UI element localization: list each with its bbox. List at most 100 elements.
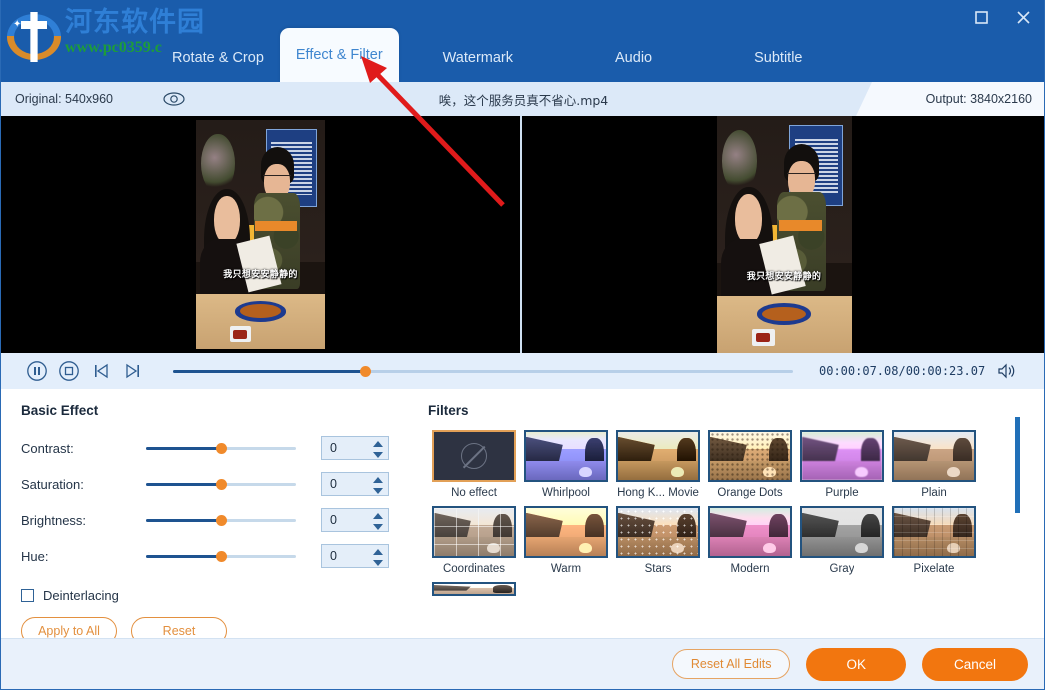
title-bar: ✦ 河东软件园 www.pc0359.c Rotate & Crop Effec… [1,0,1044,82]
time-display: 00:00:07.08/00:00:23.07 [819,364,986,378]
filter-tile[interactable]: Hong K... Movie [612,430,704,499]
filter-tile[interactable]: Gray [796,506,888,575]
filter-tile[interactable]: Orange Dots [704,430,796,499]
filters-scrollbar[interactable] [1015,417,1020,602]
info-bar: Original: 540x960 唉，这个服务员真不省心.mp4 Output… [1,82,1044,116]
filter-tile[interactable]: Modern [704,506,796,575]
filter-label: No effect [451,487,497,499]
filter-thumbnail [432,582,516,596]
output-video-frame: 我只想安安静静的 [716,116,852,353]
tab-bar: Rotate & Crop Effect & Filter Watermark … [156,28,818,82]
effect-filter-dialog: ✦ 河东软件园 www.pc0359.c Rotate & Crop Effec… [0,0,1045,690]
filter-thumbnail [616,506,700,558]
tab-label: Audio [615,50,653,66]
window-controls [966,4,1038,30]
output-resolution-label: Output: 3840x2160 [856,82,1044,116]
filter-label: Stars [644,563,672,575]
seek-thumb[interactable] [360,366,372,377]
contrast-stepper[interactable]: 0 [321,436,389,460]
hue-value: 0 [330,549,337,563]
filter-thumbnail [432,506,516,558]
brightness-label: Brightness: [21,512,87,528]
filters-title: Filters [428,403,469,418]
filter-thumbnail [892,506,976,558]
close-icon[interactable] [1008,4,1038,30]
filter-label: Gray [829,563,855,575]
logo-icon: ✦ [5,8,63,66]
filter-tile[interactable]: Coordinates [428,506,520,575]
filter-tile[interactable]: Whirlpool [520,430,612,499]
video-subtitle-text: 我只想安安静静的 [223,270,298,281]
seek-bar[interactable] [173,363,793,379]
ok-button[interactable]: OK [806,647,906,681]
next-frame-button[interactable] [121,359,145,383]
eye-icon[interactable] [163,92,185,106]
hue-stepper[interactable]: 0 [321,544,389,568]
stepper-up-icon[interactable] [373,476,383,483]
tab-subtitle[interactable]: Subtitle [738,34,818,82]
tab-rotate-crop[interactable]: Rotate & Crop [156,34,280,82]
brightness-row: Brightness: 0 [21,502,421,538]
tab-watermark[interactable]: Watermark [427,34,529,82]
filter-tile[interactable]: Warm [520,506,612,575]
contrast-slider[interactable] [146,441,296,455]
stepper-up-icon[interactable] [373,548,383,555]
tab-effect-filter[interactable]: Effect & Filter [279,28,399,82]
filter-tile[interactable]: Stars [612,506,704,575]
filter-label: Pixelate [913,563,955,575]
filter-thumbnail [800,430,884,482]
filter-thumbnail [892,430,976,482]
filter-thumbnail [432,430,516,482]
hue-label: Hue: [21,548,49,564]
filter-tile[interactable]: No effect [428,430,520,499]
filters-grid: No effect Whirlpool Hong K... Movie Orange … [428,430,988,603]
saturation-stepper[interactable]: 0 [321,472,389,496]
editor-panels: Basic Effect Contrast: 0 Saturation: 0 B… [1,389,1044,645]
stepper-up-icon[interactable] [373,512,383,519]
filter-label: Modern [730,563,770,575]
source-video-frame: 我只想安安静静的 [196,120,325,349]
stepper-down-icon[interactable] [373,559,383,566]
tab-label: Subtitle [754,50,803,66]
deinterlacing-checkbox[interactable] [21,589,34,602]
brightness-value: 0 [330,513,337,527]
tab-audio[interactable]: Audio [599,34,668,82]
filter-tile[interactable]: Plain [888,430,980,499]
filters-scrollbar-thumb[interactable] [1015,417,1020,513]
filter-label: Purple [825,487,859,499]
stop-button[interactable] [57,359,81,383]
source-preview-pane[interactable]: 我只想安安静静的 [1,116,522,353]
pause-button[interactable] [25,359,49,383]
saturation-row: Saturation: 0 [21,466,421,502]
filter-tile[interactable]: Pixelate [888,506,980,575]
previous-frame-button[interactable] [89,359,113,383]
no-effect-icon [434,432,514,480]
stepper-up-icon[interactable] [373,440,383,447]
deinterlacing-row[interactable]: Deinterlacing [21,588,421,603]
filter-thumbnail [616,430,700,482]
filter-tile[interactable] [428,582,520,596]
reset-all-edits-button[interactable]: Reset All Edits [671,649,791,679]
stepper-down-icon[interactable] [373,487,383,494]
stepper-down-icon[interactable] [373,451,383,458]
stepper-down-icon[interactable] [373,523,383,530]
filter-label: Orange Dots [717,487,783,499]
filter-thumbnail [524,430,608,482]
brightness-stepper[interactable]: 0 [321,508,389,532]
star-icon: ✦ [13,19,22,30]
hue-row: Hue: 0 [21,538,421,574]
cancel-button[interactable]: Cancel [921,647,1028,681]
volume-icon[interactable] [997,363,1017,379]
preview-area: 我只想安安静静的 我只想安安静静的 [1,116,1044,353]
saturation-slider[interactable] [146,477,296,491]
filter-label: Hong K... Movie [617,487,699,499]
playback-controls: 00:00:07.08/00:00:23.07 [1,353,1044,389]
dialog-footer: Reset All Edits OK Cancel [1,638,1044,689]
output-preview-pane[interactable]: 我只想安安静静的 [522,116,1044,353]
deinterlacing-label: Deinterlacing [43,588,119,603]
maximize-button[interactable] [966,4,996,30]
filter-label: Coordinates [442,563,505,575]
brightness-slider[interactable] [146,513,296,527]
filter-tile[interactable]: Purple [796,430,888,499]
hue-slider[interactable] [146,549,296,563]
